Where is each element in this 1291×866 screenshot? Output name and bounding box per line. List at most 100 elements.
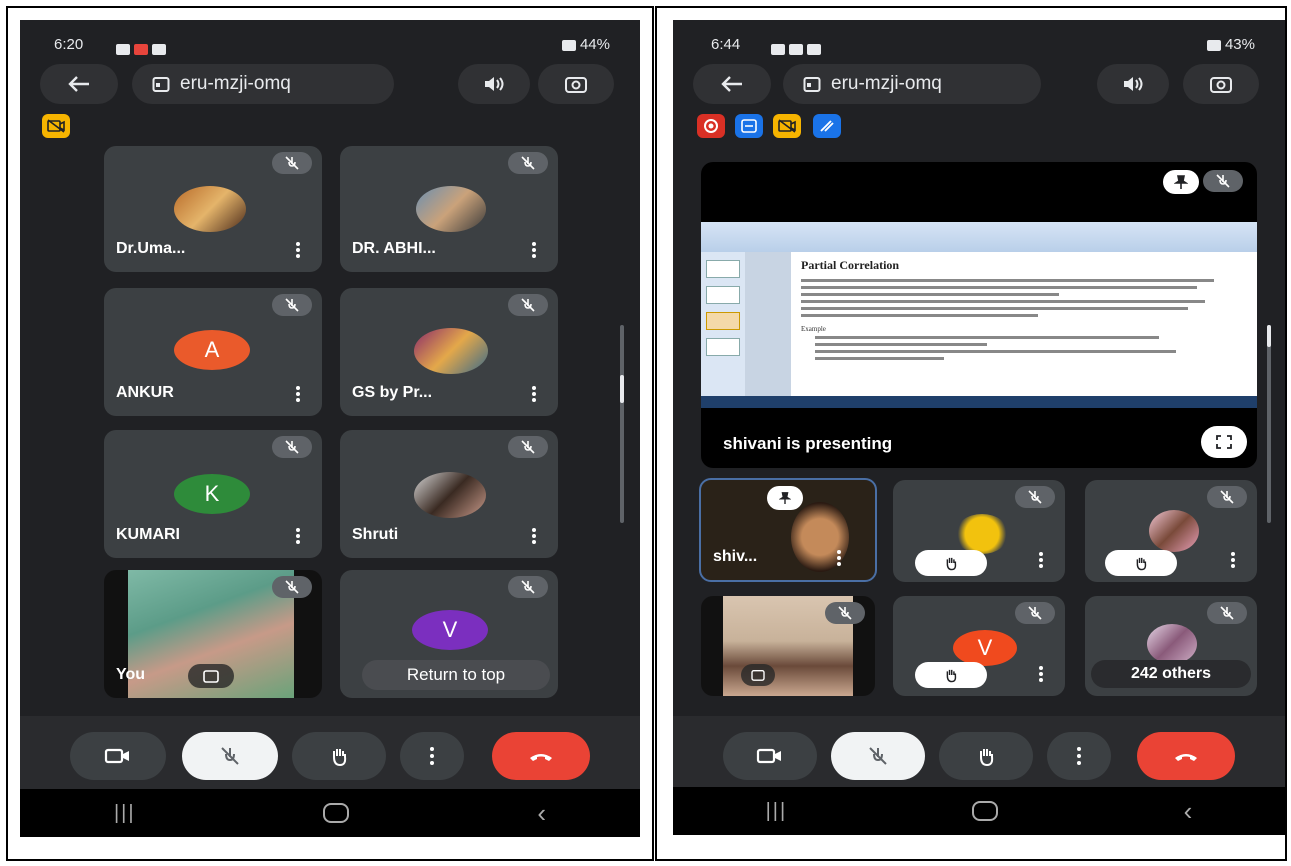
scrollbar-track[interactable] (1267, 325, 1271, 523)
pin-button[interactable] (1163, 170, 1199, 194)
mic-off-icon (285, 298, 299, 312)
participant-name: shiv... (713, 548, 758, 565)
end-call-button[interactable] (1137, 732, 1235, 780)
avatar (414, 472, 486, 518)
nav-back-icon[interactable]: ‹ (537, 798, 546, 829)
video-toggle-button[interactable] (723, 732, 817, 780)
more-vert-icon[interactable] (532, 386, 536, 402)
back-button[interactable] (40, 64, 118, 104)
more-vert-icon[interactable] (1039, 552, 1043, 568)
notification-icons (112, 40, 166, 57)
speaker-button[interactable] (1097, 64, 1169, 104)
more-vert-icon[interactable] (296, 528, 300, 544)
avatar-initial: K (174, 474, 250, 514)
mic-off-icon (1028, 606, 1042, 620)
back-button[interactable] (693, 64, 771, 104)
participant-tile[interactable]: K KUMARI (104, 430, 322, 558)
participant-tile[interactable]: DR. ABHI... (340, 146, 558, 272)
avatar (1149, 510, 1199, 552)
more-vert-icon[interactable] (1231, 552, 1235, 568)
participant-tile[interactable]: shiv... (699, 478, 877, 582)
end-call-button[interactable] (492, 732, 590, 780)
nav-home-icon[interactable] (972, 801, 999, 821)
mic-off-indicator (272, 294, 312, 316)
meeting-code-chip[interactable]: eru-mzji-omq (783, 64, 1041, 104)
captions-badge[interactable] (735, 114, 763, 138)
scrollbar-thumb[interactable] (1267, 325, 1271, 347)
flip-camera-button[interactable] (1183, 64, 1259, 104)
wifi-icon (561, 39, 576, 51)
battery-level: 43% (1224, 36, 1255, 53)
more-vert-icon[interactable] (296, 242, 300, 258)
mic-toggle-button[interactable] (182, 732, 278, 780)
scrollbar-thumb[interactable] (620, 375, 624, 403)
recording-icon (704, 119, 718, 133)
self-video-tile[interactable]: You (104, 570, 322, 698)
status-bar: 6:20 44% (20, 34, 640, 56)
nav-recents-icon[interactable]: ||| (766, 800, 788, 823)
fullscreen-button[interactable] (1201, 426, 1247, 458)
mic-off-indicator (825, 602, 865, 624)
more-options-button[interactable] (1047, 732, 1111, 780)
mic-off-indicator (508, 576, 548, 598)
whiteboard-badge[interactable] (813, 114, 841, 138)
avatar (416, 186, 486, 232)
slide-page: Partial Correlation Example (801, 258, 1231, 390)
raised-hand-indicator (915, 662, 987, 688)
speaker-button[interactable] (458, 64, 530, 104)
raise-hand-button[interactable] (292, 732, 386, 780)
mic-off-icon (285, 440, 299, 454)
more-vert-icon[interactable] (837, 550, 841, 566)
more-vert-icon[interactable] (532, 242, 536, 258)
pin-indicator (767, 486, 803, 510)
status-bar: 6:44 43% (673, 34, 1285, 56)
meeting-code: eru-mzji-omq (180, 73, 291, 94)
mic-off-indicator (272, 152, 312, 174)
others-tile[interactable]: 242 others (1085, 596, 1257, 696)
raise-hand-button[interactable] (939, 732, 1033, 780)
participant-tile[interactable]: V (893, 596, 1065, 696)
participant-tile[interactable] (1085, 480, 1257, 582)
meeting-code-chip[interactable]: eru-mzji-omq (132, 64, 394, 104)
nav-back-icon[interactable]: ‹ (1184, 796, 1193, 827)
return-to-top-button[interactable]: Return to top (362, 660, 550, 690)
camera-off-badge[interactable] (773, 114, 801, 138)
participant-tile[interactable] (893, 480, 1065, 582)
self-video-tile[interactable] (701, 596, 875, 696)
participant-tile[interactable]: GS by Pr... (340, 288, 558, 416)
participant-tile[interactable]: Shruti (340, 430, 558, 558)
pin-icon (1174, 175, 1188, 189)
more-vert-icon[interactable] (532, 528, 536, 544)
mic-off-icon (521, 440, 535, 454)
mic-off-indicator (508, 294, 548, 316)
avatar (174, 186, 246, 232)
nav-recents-icon[interactable]: ||| (114, 802, 136, 825)
camera-switch-chip[interactable] (188, 664, 234, 688)
mic-off-indicator (1015, 486, 1055, 508)
mic-off-indicator (508, 152, 548, 174)
more-vert-icon[interactable] (296, 386, 300, 402)
mic-toggle-button[interactable] (831, 732, 925, 780)
presentation-tile[interactable]: Partial Correlation Example shivani is p… (701, 162, 1257, 468)
scrollbar-track[interactable] (620, 325, 624, 523)
mic-off-icon (285, 156, 299, 170)
mic-off-icon (869, 747, 887, 765)
participant-tile[interactable]: V Return to top (340, 570, 558, 698)
more-options-button[interactable] (400, 732, 464, 780)
camera-off-badge[interactable] (42, 114, 70, 138)
participant-name: You (116, 666, 146, 683)
mic-off-indicator (508, 436, 548, 458)
speaker-icon (1124, 77, 1143, 91)
flip-camera-button[interactable] (538, 64, 614, 104)
participant-tile[interactable]: Dr.Uma... (104, 146, 322, 272)
participant-tile[interactable]: A ANKUR (104, 288, 322, 416)
word-ribbon (701, 222, 1257, 252)
recording-badge[interactable] (697, 114, 725, 138)
others-count: 242 others (1091, 660, 1251, 688)
more-vert-icon[interactable] (1039, 666, 1043, 682)
nav-home-icon[interactable] (323, 803, 350, 823)
editor-margin (745, 252, 791, 396)
video-toggle-button[interactable] (70, 732, 166, 780)
camera-switch-chip[interactable] (741, 664, 775, 686)
avatar (1147, 624, 1197, 664)
